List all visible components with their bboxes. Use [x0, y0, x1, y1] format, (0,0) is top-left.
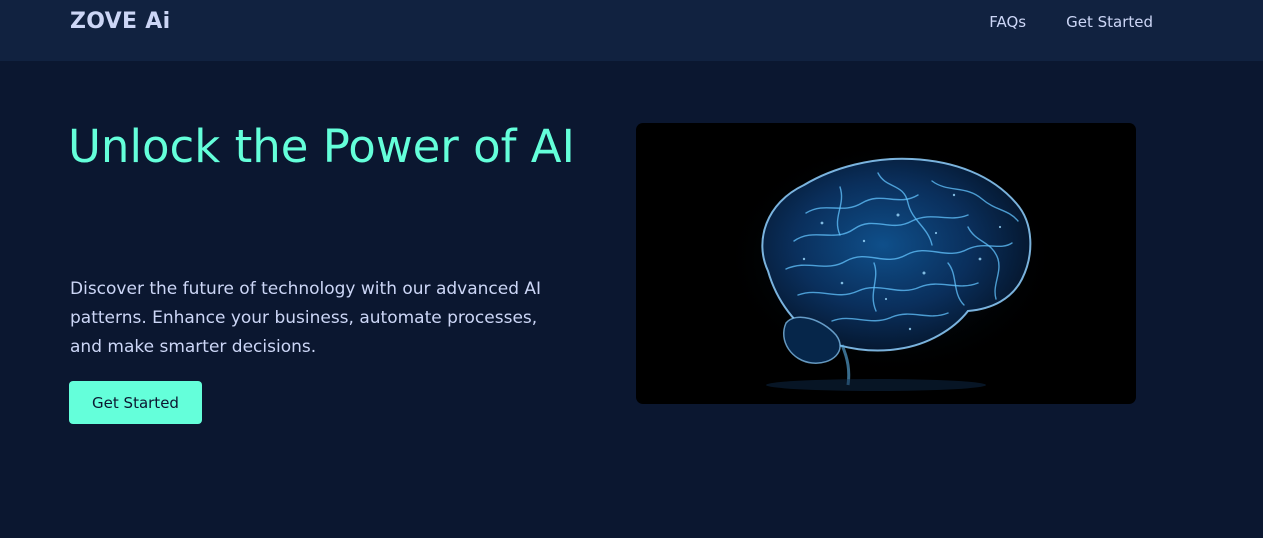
get-started-button[interactable]: Get Started: [69, 381, 202, 424]
nav-links: FAQs Get Started: [989, 12, 1153, 32]
brain-illustration: [721, 138, 1061, 391]
nav-link-faqs[interactable]: FAQs: [989, 12, 1026, 32]
hero-title: Unlock the Power of AI: [68, 120, 575, 173]
nav-link-get-started[interactable]: Get Started: [1066, 12, 1153, 32]
navbar: ZOVE Ai FAQs Get Started: [0, 0, 1263, 61]
logo[interactable]: ZOVE Ai: [70, 8, 170, 36]
hero-description: Discover the future of technology with o…: [70, 279, 542, 357]
hero-brain-image: [636, 123, 1136, 404]
